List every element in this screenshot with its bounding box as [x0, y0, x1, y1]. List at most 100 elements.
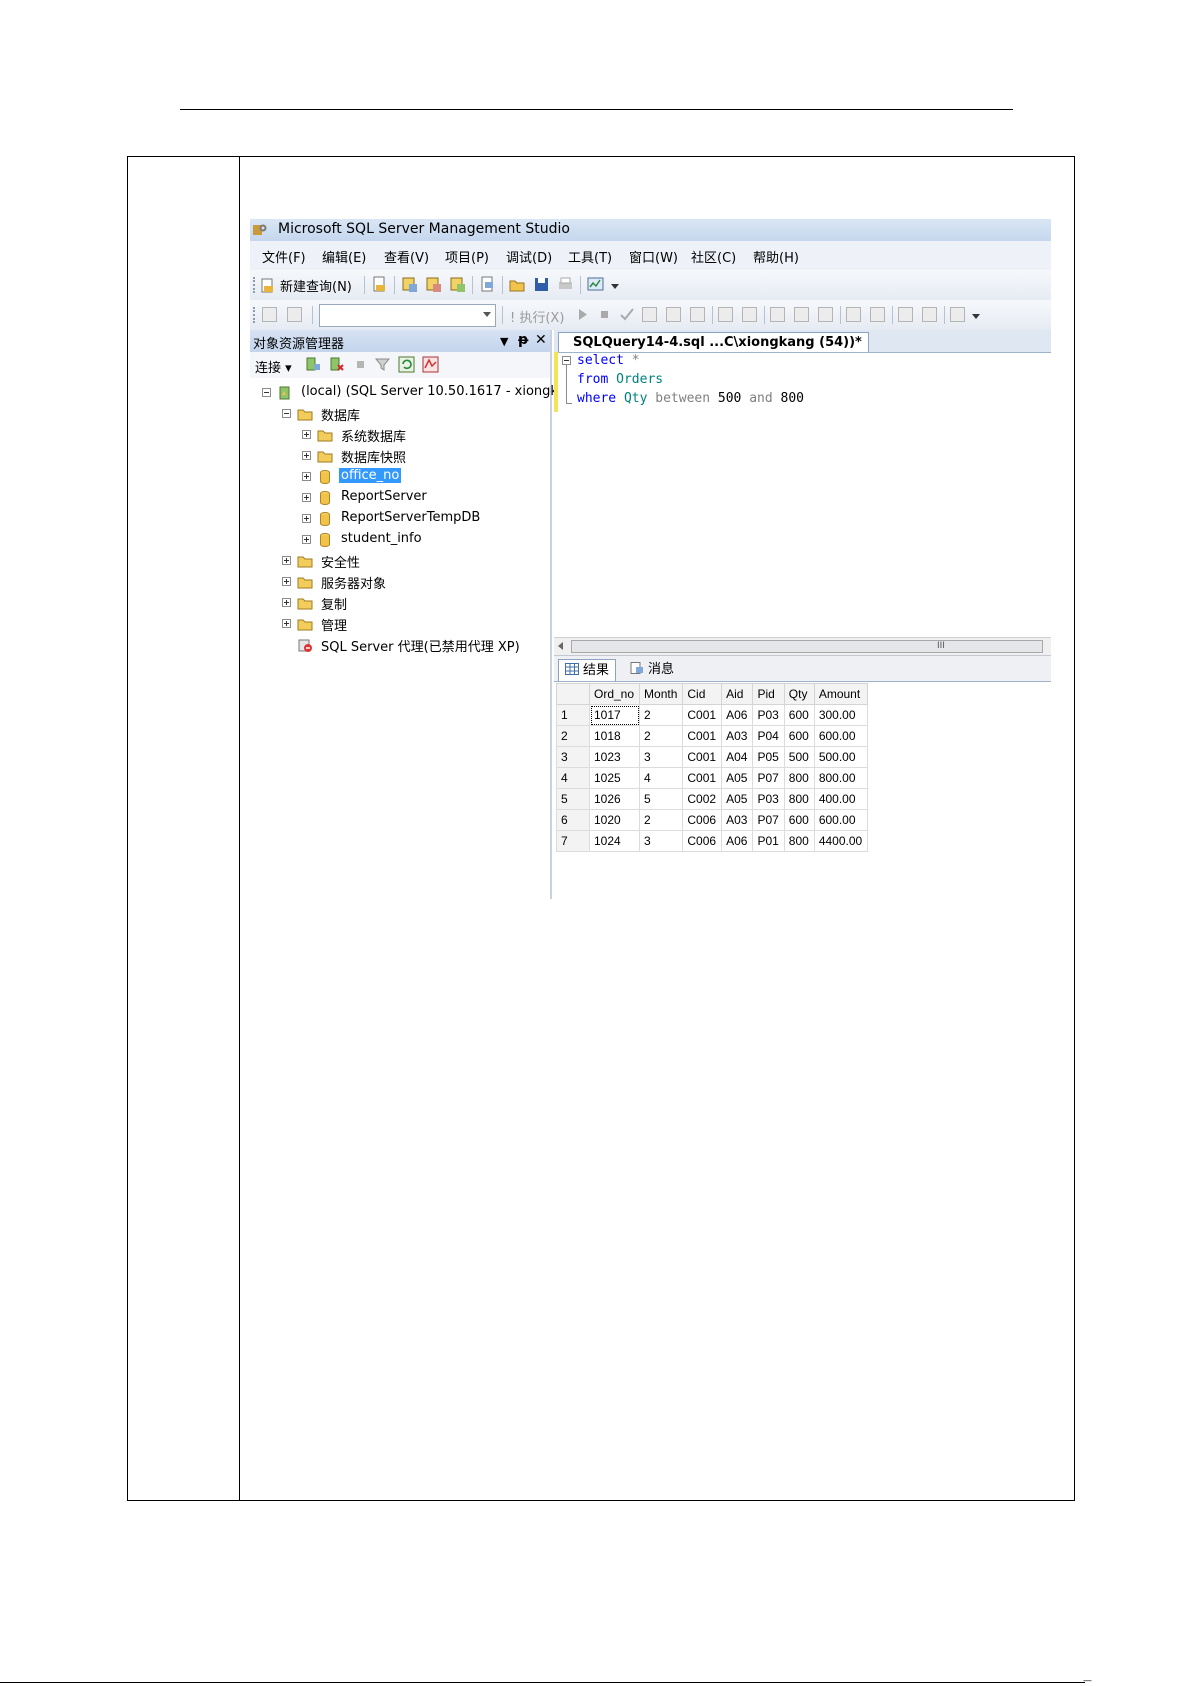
table-cell[interactable]: C002	[682, 788, 723, 810]
table-cell[interactable]: 4400.00	[813, 830, 869, 852]
include-actual-plan-icon[interactable]	[742, 307, 757, 322]
table-cell[interactable]: C001	[682, 704, 723, 726]
table-cell[interactable]: 800.00	[813, 767, 869, 789]
table-row[interactable]: 5 1026 5 C002 A05 P03 800 400.00	[556, 788, 869, 810]
intellisense-icon[interactable]	[718, 307, 733, 322]
table-cell[interactable]: 600	[783, 725, 815, 747]
expand-icon[interactable]	[302, 451, 311, 460]
table-cell[interactable]: P04	[752, 725, 785, 747]
table-cell[interactable]: 1020	[588, 809, 641, 831]
table-cell[interactable]: 800	[783, 767, 815, 789]
tab-messages[interactable]: 消息	[624, 659, 680, 680]
table-cell[interactable]: 1024	[588, 830, 641, 852]
table-cell[interactable]: A05	[721, 788, 754, 810]
menu-edit[interactable]: 编辑(E)	[322, 247, 366, 266]
display-estimated-plan-icon[interactable]	[642, 307, 657, 322]
change-connection-icon[interactable]	[287, 307, 302, 322]
open-folder-icon[interactable]	[509, 276, 526, 293]
table-cell[interactable]: P05	[752, 746, 785, 768]
menu-view[interactable]: 查看(V)	[384, 247, 429, 266]
results-to-grid-icon[interactable]	[794, 307, 809, 322]
activity-monitor-icon[interactable]	[422, 356, 439, 373]
connect-server-icon[interactable]	[304, 356, 321, 373]
pin-icon[interactable]: ᵽ	[518, 332, 528, 348]
increase-indent-icon[interactable]	[922, 307, 937, 322]
row-number[interactable]: 7	[556, 830, 590, 852]
table-row[interactable]: 7 1024 3 C006 A06 P01 800 4400.00	[556, 830, 869, 852]
column-header[interactable]: Ord_no	[588, 683, 641, 705]
new-query-button[interactable]: 新建查询(N)	[260, 276, 352, 295]
toolbar-overflow-icon[interactable]	[972, 314, 980, 319]
row-number[interactable]: 4	[556, 767, 590, 789]
mdx-query-icon[interactable]	[401, 276, 418, 293]
toolbar-grip[interactable]	[253, 277, 257, 293]
print-icon[interactable]	[557, 276, 574, 293]
toolbar-grip[interactable]	[253, 307, 257, 323]
table-cell[interactable]: C001	[682, 746, 723, 768]
table-row[interactable]: 1 1017 2 C001 A06 P03 600 300.00	[556, 704, 869, 726]
table-cell[interactable]: 1023	[588, 746, 641, 768]
execute-button[interactable]: ! 执行(X)	[510, 307, 564, 326]
expand-icon[interactable]	[302, 535, 311, 544]
expand-icon[interactable]	[282, 619, 291, 628]
menu-file[interactable]: 文件(F)	[262, 247, 306, 266]
comment-lines-icon[interactable]	[846, 307, 861, 322]
table-cell[interactable]: C006	[682, 830, 723, 852]
expand-icon[interactable]	[302, 430, 311, 439]
menu-project[interactable]: 项目(P)	[445, 247, 489, 266]
table-cell[interactable]: 1025	[588, 767, 641, 789]
debug-play-icon[interactable]	[574, 306, 591, 323]
collapse-icon[interactable]	[282, 409, 291, 418]
query-designer-icon[interactable]	[666, 307, 681, 322]
table-cell[interactable]: P03	[752, 704, 785, 726]
table-cell[interactable]: 4	[639, 767, 684, 789]
connect-icon[interactable]	[262, 307, 277, 322]
available-databases-select[interactable]	[319, 304, 496, 327]
column-header[interactable]: Aid	[721, 683, 754, 705]
table-cell[interactable]: 5	[639, 788, 684, 810]
save-icon[interactable]	[533, 276, 550, 293]
table-cell[interactable]: 1018	[588, 725, 641, 747]
stop-icon[interactable]	[352, 356, 369, 373]
table-cell[interactable]: 600	[783, 809, 815, 831]
menu-debug[interactable]: 调试(D)	[506, 247, 552, 266]
table-cell[interactable]: 500.00	[813, 746, 869, 768]
row-number[interactable]: 5	[556, 788, 590, 810]
expand-icon[interactable]	[282, 577, 291, 586]
table-cell[interactable]: A04	[721, 746, 754, 768]
decrease-indent-icon[interactable]	[898, 307, 913, 322]
menu-tools[interactable]: 工具(T)	[568, 247, 612, 266]
filter-icon[interactable]	[374, 356, 391, 373]
row-number[interactable]: 3	[556, 746, 590, 768]
table-cell[interactable]: 1026	[588, 788, 641, 810]
scrollbar-thumb[interactable]: III	[571, 640, 1043, 653]
expand-icon[interactable]	[302, 514, 311, 523]
collapse-icon[interactable]	[562, 356, 571, 365]
table-row[interactable]: 2 1018 2 C001 A03 P04 600 600.00	[556, 725, 869, 747]
disconnect-icon[interactable]	[328, 356, 345, 373]
table-cell[interactable]: P07	[752, 809, 785, 831]
row-number[interactable]: 6	[556, 809, 590, 831]
parse-check-icon[interactable]	[618, 306, 635, 323]
menu-help[interactable]: 帮助(H)	[753, 247, 799, 266]
open-file-icon[interactable]	[479, 276, 496, 293]
table-cell[interactable]: A06	[721, 830, 754, 852]
table-cell[interactable]: P01	[752, 830, 785, 852]
column-header[interactable]: Month	[639, 683, 684, 705]
table-cell[interactable]: 2	[639, 704, 684, 726]
xmla-query-icon[interactable]	[449, 276, 466, 293]
table-cell[interactable]: 600.00	[813, 725, 869, 747]
close-icon[interactable]: ✕	[535, 332, 547, 348]
table-cell[interactable]: 300.00	[813, 704, 869, 726]
results-to-text-icon[interactable]	[770, 307, 785, 322]
table-cell[interactable]: 3	[639, 746, 684, 768]
expand-icon[interactable]	[282, 598, 291, 607]
column-header[interactable]: Pid	[752, 683, 785, 705]
new-file-icon[interactable]	[371, 276, 388, 293]
table-row[interactable]: 3 1023 3 C001 A04 P05 500 500.00	[556, 746, 869, 768]
table-cell[interactable]: 2	[639, 809, 684, 831]
expand-icon[interactable]	[282, 556, 291, 565]
menu-community[interactable]: 社区(C)	[691, 247, 736, 266]
row-number[interactable]: 2	[556, 725, 590, 747]
row-number[interactable]: 1	[556, 704, 590, 726]
